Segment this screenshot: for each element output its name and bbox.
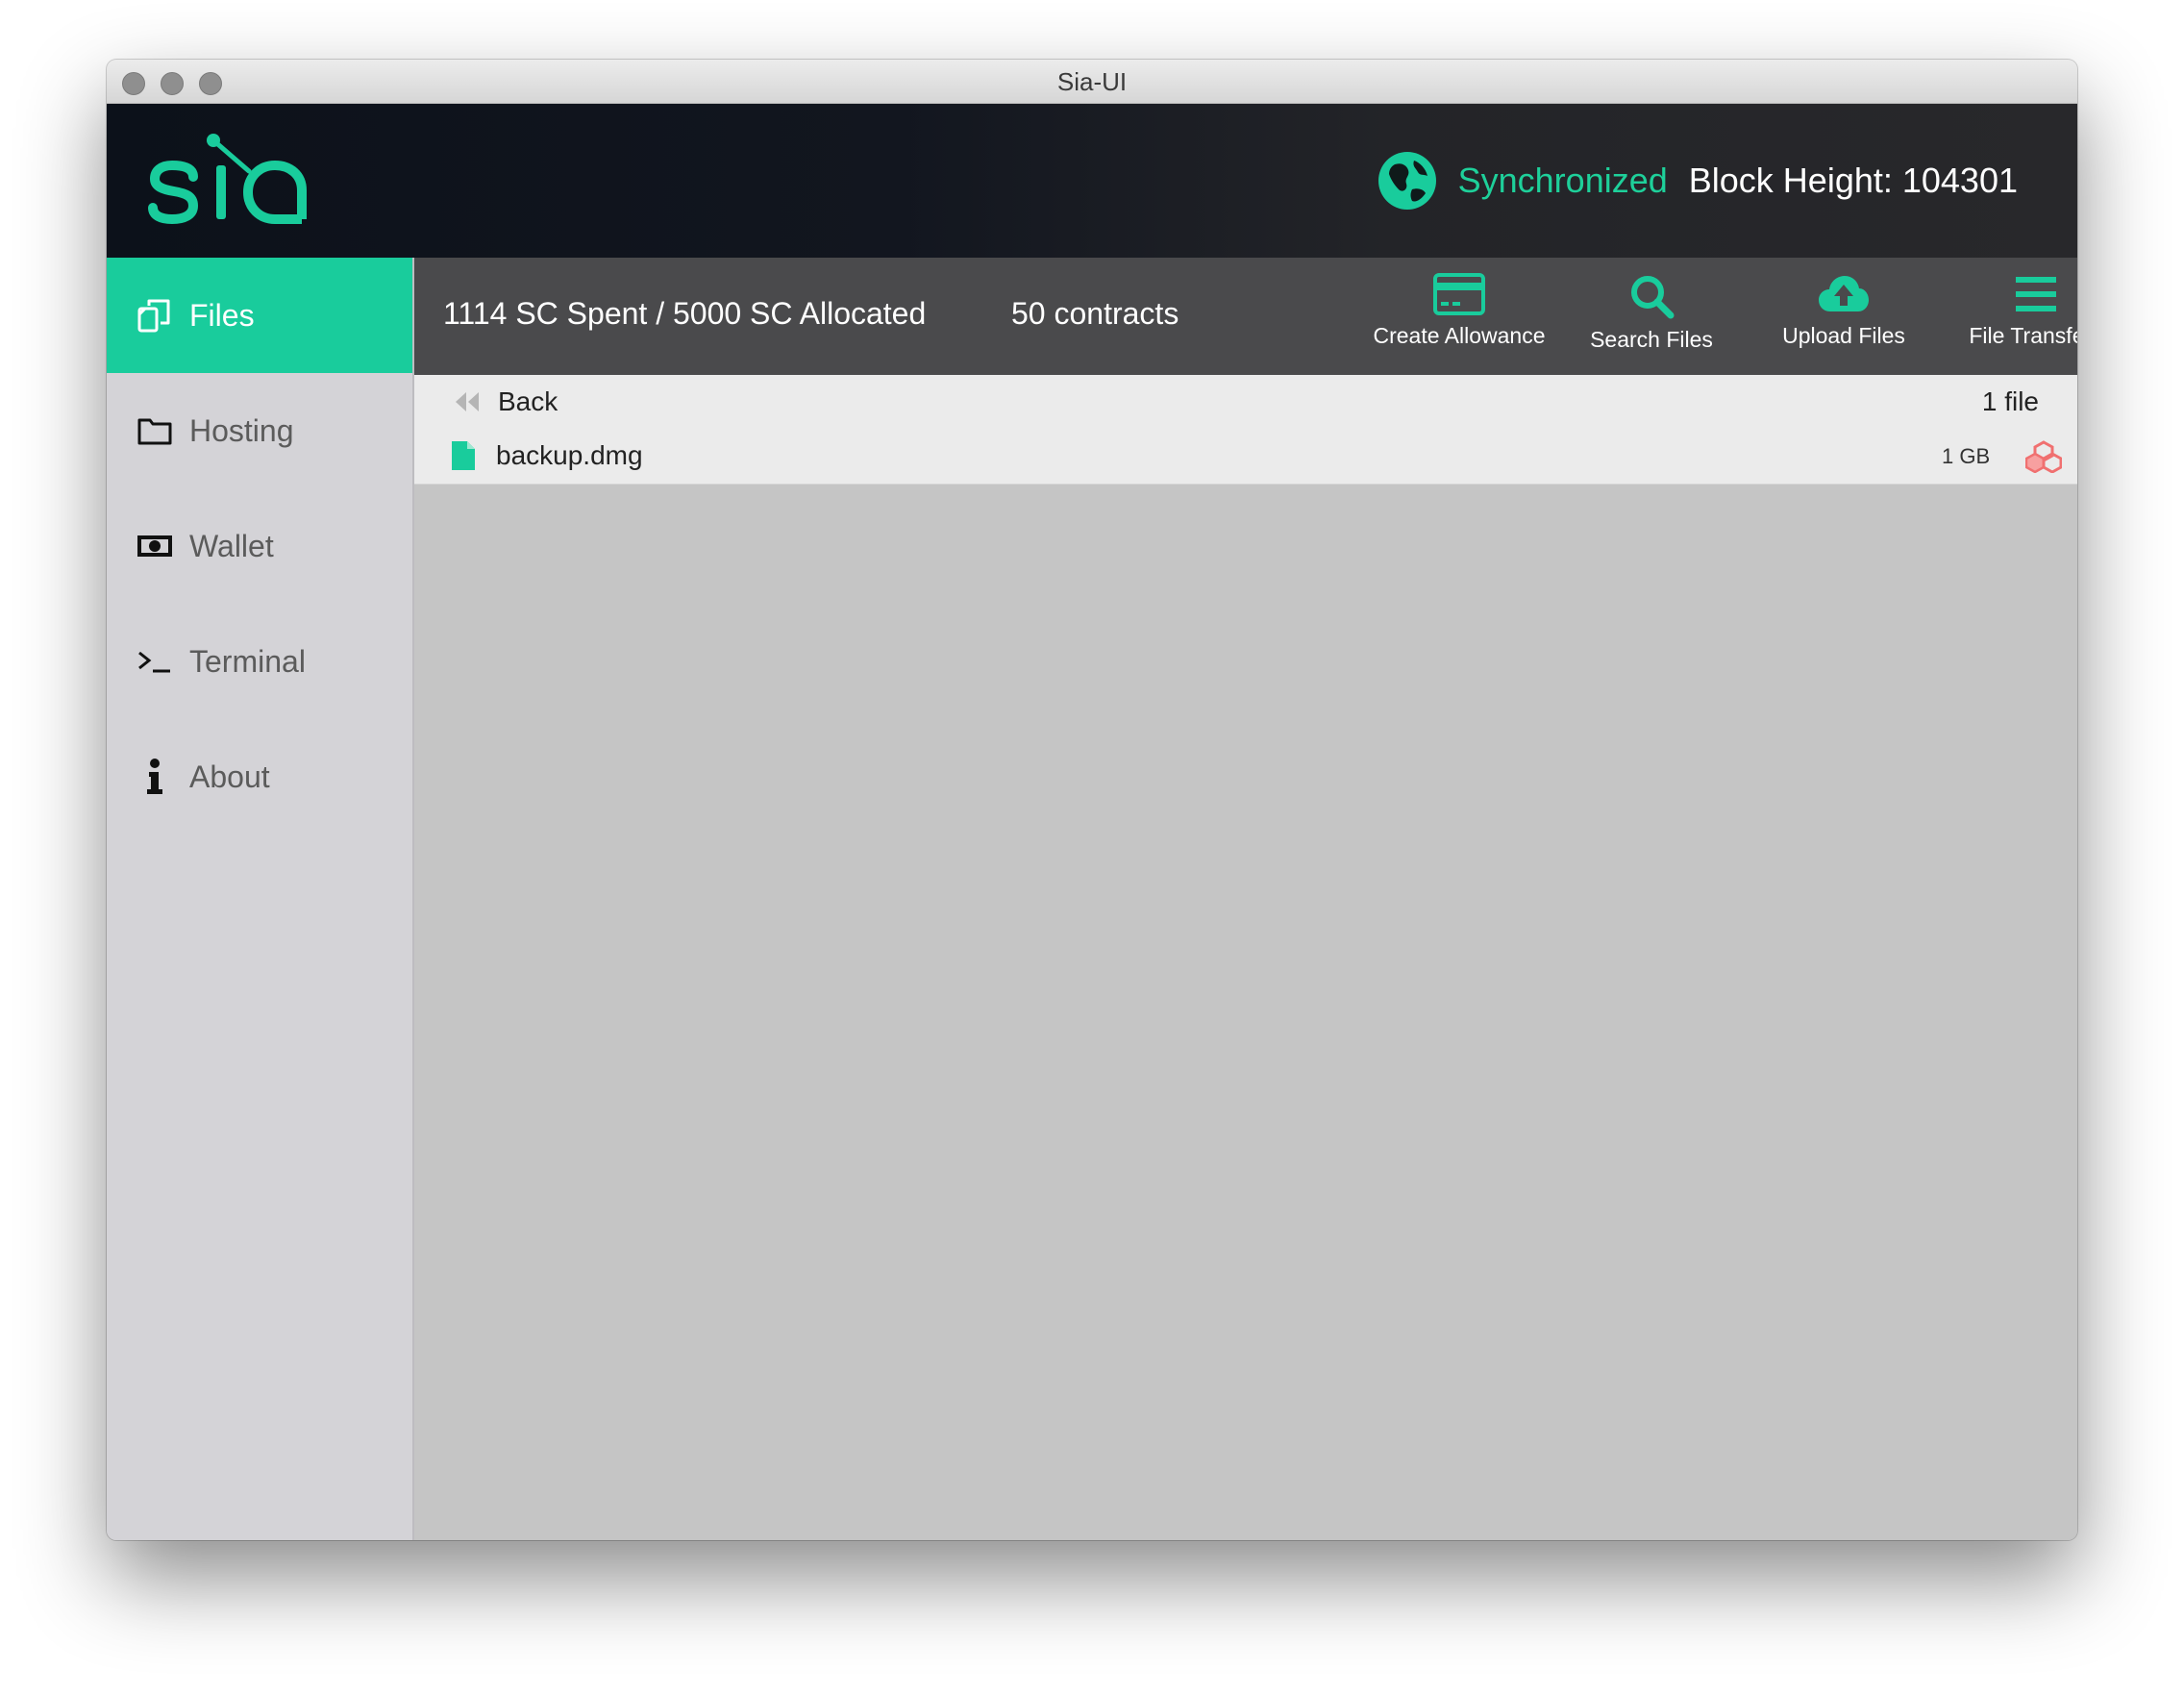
tool-label: Create Allowance — [1373, 323, 1546, 348]
file-transfers-button[interactable]: File Transfers — [1945, 273, 2077, 365]
main-content: 1114 SC Spent / 5000 SC Allocated 50 con… — [414, 258, 2077, 1540]
contract-count: 50 contracts — [1011, 296, 1179, 331]
sync-status-area: Synchronized Block Height: 104301 — [1377, 147, 2018, 214]
file-count: 1 file — [1981, 386, 2039, 416]
sidebar-item-terminal[interactable]: Terminal — [107, 604, 412, 719]
sidebar-item-label: About — [189, 759, 270, 794]
upload-files-button[interactable]: Upload Files — [1752, 273, 1935, 365]
title-bar: Sia-UI — [107, 60, 2077, 104]
money-icon — [136, 527, 174, 565]
sidebar-item-files[interactable]: Files — [107, 258, 412, 373]
back-row[interactable]: Back 1 file — [414, 375, 2077, 429]
tool-label: File Transfers — [1969, 323, 2077, 348]
file-icon — [452, 441, 475, 470]
window-title: Sia-UI — [1056, 67, 1128, 96]
info-icon — [136, 758, 174, 796]
app-window: Sia-UI Synchronized Block Height: 104301… — [107, 60, 2077, 1540]
sidebar-item-label: Terminal — [189, 643, 306, 679]
tool-label: Search Files — [1590, 327, 1713, 352]
terminal-icon — [136, 642, 174, 681]
cloud-upload-icon — [1819, 276, 1869, 311]
files-toolbar: 1114 SC Spent / 5000 SC Allocated 50 con… — [414, 258, 2077, 375]
list-icon — [2016, 277, 2056, 311]
allowance-spent: 1114 SC Spent / 5000 SC Allocated — [443, 296, 927, 331]
tool-label: Upload Files — [1782, 323, 1905, 348]
redundancy-cubes-icon — [2025, 440, 2062, 473]
sidebar-item-label: Hosting — [189, 412, 294, 448]
create-allowance-button[interactable]: Create Allowance — [1368, 273, 1551, 365]
back-label: Back — [498, 386, 558, 416]
file-size: 1 GB — [1942, 444, 1991, 468]
double-chevron-left-icon — [456, 392, 479, 411]
sync-status: Synchronized — [1457, 161, 1668, 200]
sia-logo — [143, 127, 316, 237]
file-name: backup.dmg — [496, 440, 643, 470]
file-list: Back 1 file backup.dmg 1 GB -- — [414, 375, 2077, 485]
sidebar-item-label: Files — [189, 297, 255, 333]
files-icon — [136, 296, 174, 335]
globe-icon — [1377, 152, 1436, 210]
sidebar-item-wallet[interactable]: Wallet — [107, 488, 412, 604]
file-row[interactable]: backup.dmg 1 GB -- — [414, 429, 2077, 483]
sidebar-item-hosting[interactable]: Hosting — [107, 373, 412, 488]
search-files-button[interactable]: Search Files — [1560, 273, 1743, 365]
search-icon — [1631, 276, 1675, 319]
app-header: Synchronized Block Height: 104301 — [107, 104, 2077, 258]
block-height: Block Height: 104301 — [1688, 161, 2018, 200]
credit-card-icon — [1433, 273, 1485, 315]
sidebar-item-label: Wallet — [189, 528, 274, 563]
sidebar-item-about[interactable]: About — [107, 719, 412, 834]
sidebar: Files Hosting Wallet Terminal About — [107, 258, 414, 1540]
folder-icon — [136, 411, 174, 450]
